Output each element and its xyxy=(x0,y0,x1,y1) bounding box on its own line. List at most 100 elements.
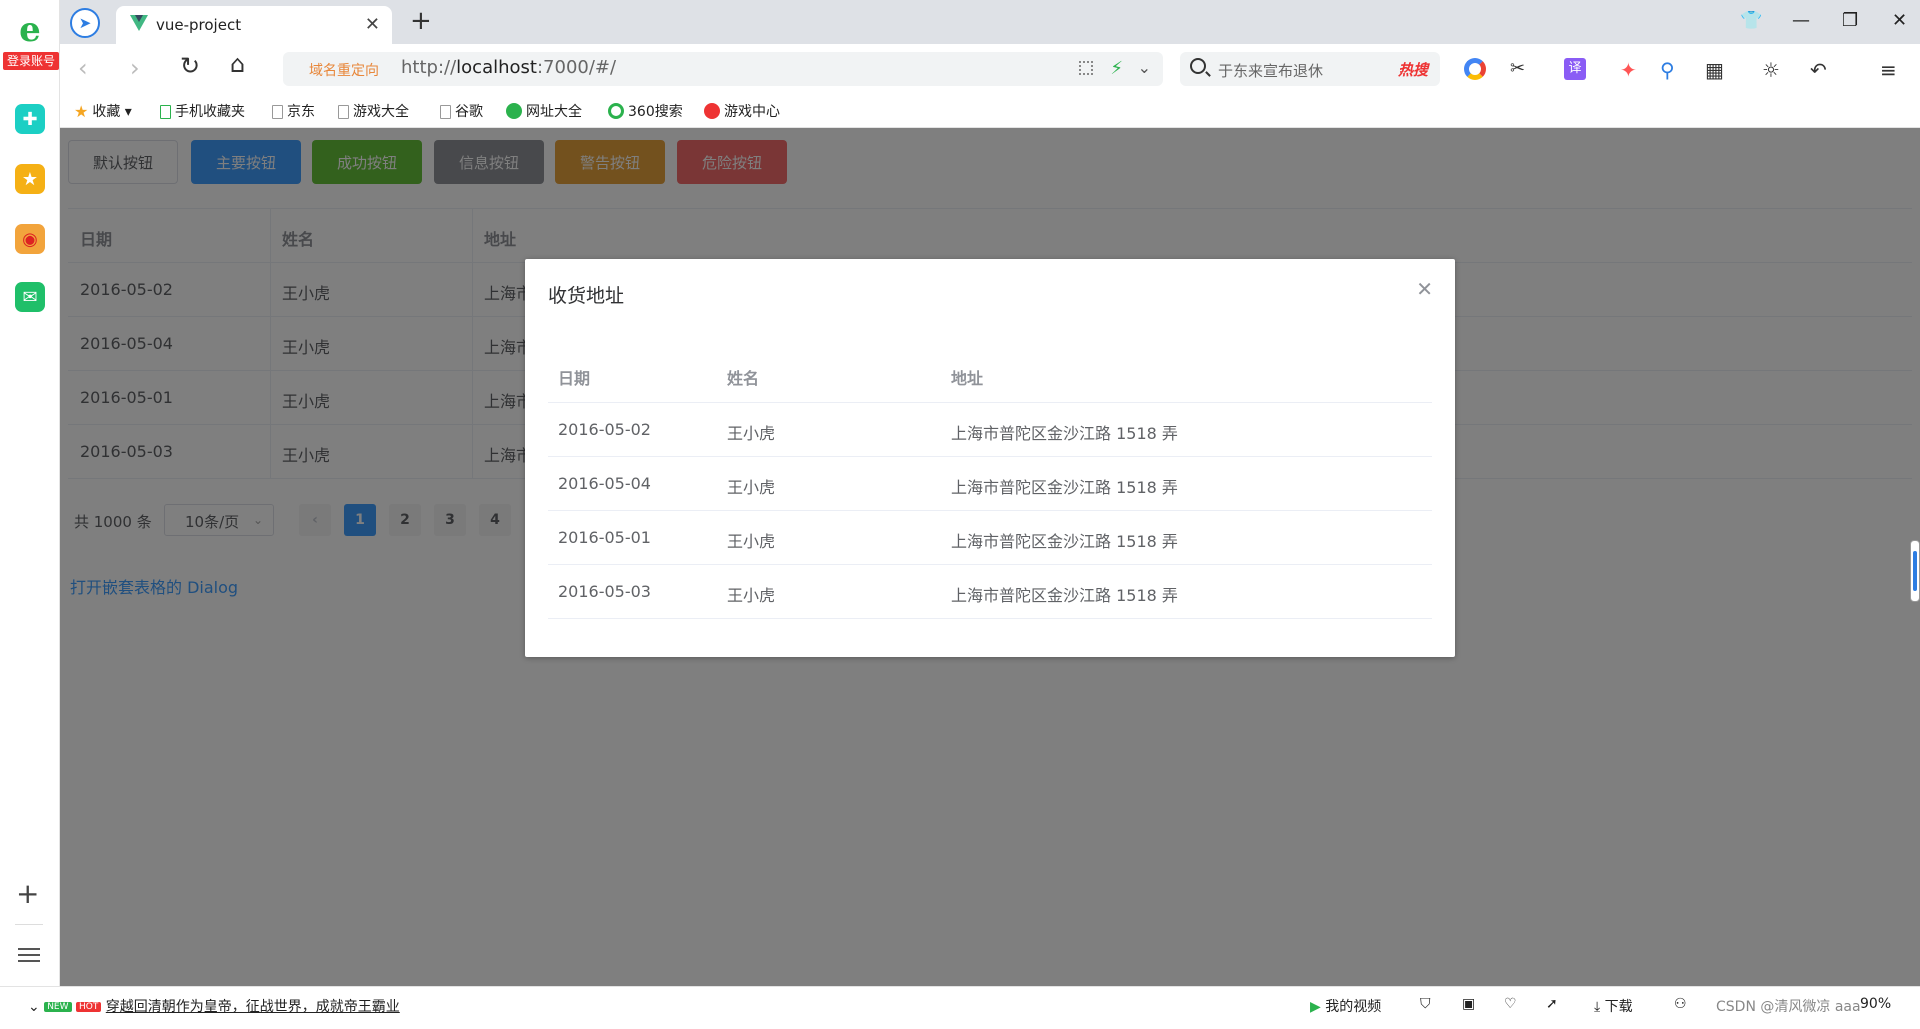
chrome-icon[interactable] xyxy=(1464,58,1486,80)
bookmark-favorites[interactable]: ★ 收藏 ▾ xyxy=(74,101,132,121)
address-bar[interactable]: 域名重定向 http://localhost:7000/#/ ⚡ ⌄ xyxy=(283,52,1163,86)
cell-date: 2016-05-03 xyxy=(558,582,651,601)
cell-address: 上海市普陀区金沙江路 1518 弄 xyxy=(951,586,1178,605)
cell-date: 2016-05-01 xyxy=(558,528,651,547)
rocket-icon[interactable]: ➚ xyxy=(1546,996,1558,1012)
close-icon[interactable]: ✕ xyxy=(1416,277,1433,301)
brightness-icon[interactable]: ☼ xyxy=(1762,58,1784,82)
home-icon[interactable]: ⌂ xyxy=(230,50,245,78)
new-tag: NEW xyxy=(44,1002,72,1012)
my-video-button[interactable]: ▶ 我的视频 xyxy=(1310,996,1381,1016)
table-row[interactable]: 2016-05-02 王小虎 上海市普陀区金沙江路 1518 弄 xyxy=(548,403,1432,457)
page-icon xyxy=(338,105,349,119)
table-row[interactable]: 2016-05-03 王小虎 上海市普陀区金沙江路 1518 弄 xyxy=(548,565,1432,619)
cell-name: 王小虎 xyxy=(727,586,776,605)
tab-vue-project[interactable]: vue-project ✕ xyxy=(116,6,392,44)
qr-code-icon[interactable] xyxy=(1079,61,1093,75)
search-360-icon xyxy=(608,103,624,119)
plus-circle-icon xyxy=(506,103,522,119)
left-sidebar: e 登录账号 ✚ ★ ◉ ✉ + xyxy=(0,0,60,986)
scissors-icon[interactable]: ✂ xyxy=(1510,58,1532,80)
bookmark-game-center[interactable]: 游戏中心 xyxy=(704,101,780,121)
hot-tag: HOT xyxy=(75,1002,102,1012)
shield-icon[interactable]: ⛉ xyxy=(1420,996,1431,1012)
bookmark-360[interactable]: 360搜索 xyxy=(608,101,683,121)
redirect-label[interactable]: 域名重定向 xyxy=(309,60,379,80)
magnifier-icon[interactable]: ⚲ xyxy=(1660,58,1682,82)
dialog-table-header: 日期 姓名 地址 xyxy=(548,357,1432,403)
incognito-icon[interactable]: ⚇ xyxy=(1674,996,1687,1012)
bookmark-google[interactable]: 谷歌 xyxy=(440,101,483,121)
bookmark-mobile[interactable]: 手机收藏夹 xyxy=(160,101,245,121)
login-account-badge[interactable]: 登录账号 xyxy=(3,52,59,70)
search-input[interactable]: 于东来宣布退休 xyxy=(1218,60,1323,81)
weibo-icon[interactable]: ◉ xyxy=(15,224,45,254)
gamepad-icon[interactable]: ✦ xyxy=(1620,58,1642,82)
navigation-icon[interactable]: ➤ xyxy=(70,8,100,38)
search-box[interactable]: 于东来宣布退休 热搜 xyxy=(1180,52,1440,86)
forward-icon[interactable]: › xyxy=(130,54,140,82)
skin-icon[interactable]: 👕 xyxy=(1740,10,1762,31)
status-bar: ⌄ NEW HOT 穿越回清朝作为皇帝，征战世界，成就帝王霸业 ▶ 我的视频 ⛉… xyxy=(0,986,1920,1029)
cell-address: 上海市普陀区金沙江路 1518 弄 xyxy=(951,532,1178,551)
plus-circle-icon[interactable]: ✚ xyxy=(15,104,45,134)
new-tab-icon[interactable]: + xyxy=(410,6,432,36)
bookmark-hao[interactable]: 网址大全 xyxy=(506,101,582,121)
header-name[interactable]: 姓名 xyxy=(727,365,759,389)
news-headline[interactable]: 穿越回清朝作为皇帝，征战世界，成就帝王霸业 xyxy=(106,999,400,1015)
dialog-title: 收货地址 xyxy=(548,285,625,307)
scroll-indicator[interactable] xyxy=(1910,540,1920,602)
game-center-icon xyxy=(704,103,720,119)
bookmarks-bar: ★ 收藏 ▾ 手机收藏夹 京东 游戏大全 谷歌 网址大全 360搜索 游戏中心 xyxy=(60,92,1920,128)
reload-icon[interactable]: ↻ xyxy=(180,52,200,80)
page-content: 默认按钮 主要按钮 成功按钮 信息按钮 警告按钮 危险按钮 日期 姓名 地址 2… xyxy=(60,128,1920,986)
cell-name: 王小虎 xyxy=(727,478,776,497)
dialog-table: 日期 姓名 地址 2016-05-02 王小虎 上海市普陀区金沙江路 1518 … xyxy=(548,357,1432,619)
bookmark-games[interactable]: 游戏大全 xyxy=(338,101,409,121)
page-icon xyxy=(440,105,451,119)
add-sidebar-icon[interactable]: + xyxy=(16,877,39,910)
menu-list-icon[interactable] xyxy=(18,948,40,966)
cell-name: 王小虎 xyxy=(727,532,776,551)
mail-icon[interactable]: ✉ xyxy=(15,282,45,312)
table-row[interactable]: 2016-05-04 王小虎 上海市普陀区金沙江路 1518 弄 xyxy=(548,457,1432,511)
header-date[interactable]: 日期 xyxy=(558,365,590,389)
search-icon xyxy=(1190,58,1206,74)
zoom-level[interactable]: 90% xyxy=(1860,996,1891,1012)
restore-icon[interactable]: ❐ xyxy=(1842,10,1858,31)
video-icon: ▶ xyxy=(1310,999,1321,1015)
star-icon: ★ xyxy=(74,102,89,121)
sidebar-divider xyxy=(15,924,43,925)
browser-logo[interactable]: e 登录账号 xyxy=(3,10,59,74)
image-icon[interactable]: ▣ xyxy=(1462,996,1475,1012)
cell-date: 2016-05-02 xyxy=(558,420,651,439)
address-dialog: 收货地址 ✕ 日期 姓名 地址 2016-05-02 王小虎 上海市普陀区金沙江… xyxy=(525,259,1455,657)
bookmark-jd[interactable]: 京东 xyxy=(272,101,315,121)
star-icon[interactable]: ★ xyxy=(15,164,45,194)
table-row[interactable]: 2016-05-01 王小虎 上海市普陀区金沙江路 1518 弄 xyxy=(548,511,1432,565)
tab-close-icon[interactable]: ✕ xyxy=(365,14,380,35)
hot-search-label[interactable]: 热搜 xyxy=(1398,59,1428,80)
phone-icon xyxy=(160,105,171,119)
apps-grid-icon[interactable]: ▦ xyxy=(1705,58,1727,82)
address-row: ‹ › ↻ ⌂ 域名重定向 http://localhost:7000/#/ ⚡… xyxy=(60,44,1920,92)
close-window-icon[interactable]: ✕ xyxy=(1892,10,1907,31)
cell-name: 王小虎 xyxy=(727,424,776,443)
header-address[interactable]: 地址 xyxy=(951,365,983,389)
minimize-icon[interactable]: — xyxy=(1792,10,1810,31)
news-ticker[interactable]: ⌄ NEW HOT 穿越回清朝作为皇帝，征战世界，成就帝王霸业 xyxy=(28,996,400,1016)
browser-e-icon: e xyxy=(19,10,41,50)
vue-logo-icon xyxy=(130,15,148,31)
url-text[interactable]: http://localhost:7000/#/ xyxy=(401,57,616,78)
translate-icon[interactable]: 译 xyxy=(1564,58,1586,80)
main-menu-icon[interactable]: ≡ xyxy=(1880,58,1902,82)
undo-icon[interactable]: ↶ xyxy=(1810,58,1832,82)
back-icon[interactable]: ‹ xyxy=(78,54,88,82)
tab-bar: ➤ vue-project ✕ + 👕 — ❐ ✕ xyxy=(60,0,1920,44)
cell-date: 2016-05-04 xyxy=(558,474,651,493)
cell-address: 上海市普陀区金沙江路 1518 弄 xyxy=(951,424,1178,443)
download-button[interactable]: ⤓ 下载 xyxy=(1594,996,1633,1016)
chevron-down-icon[interactable]: ⌄ xyxy=(1138,58,1151,77)
speed-bolt-icon[interactable]: ⚡ xyxy=(1110,58,1123,79)
heart-icon[interactable]: ♡ xyxy=(1504,996,1517,1012)
